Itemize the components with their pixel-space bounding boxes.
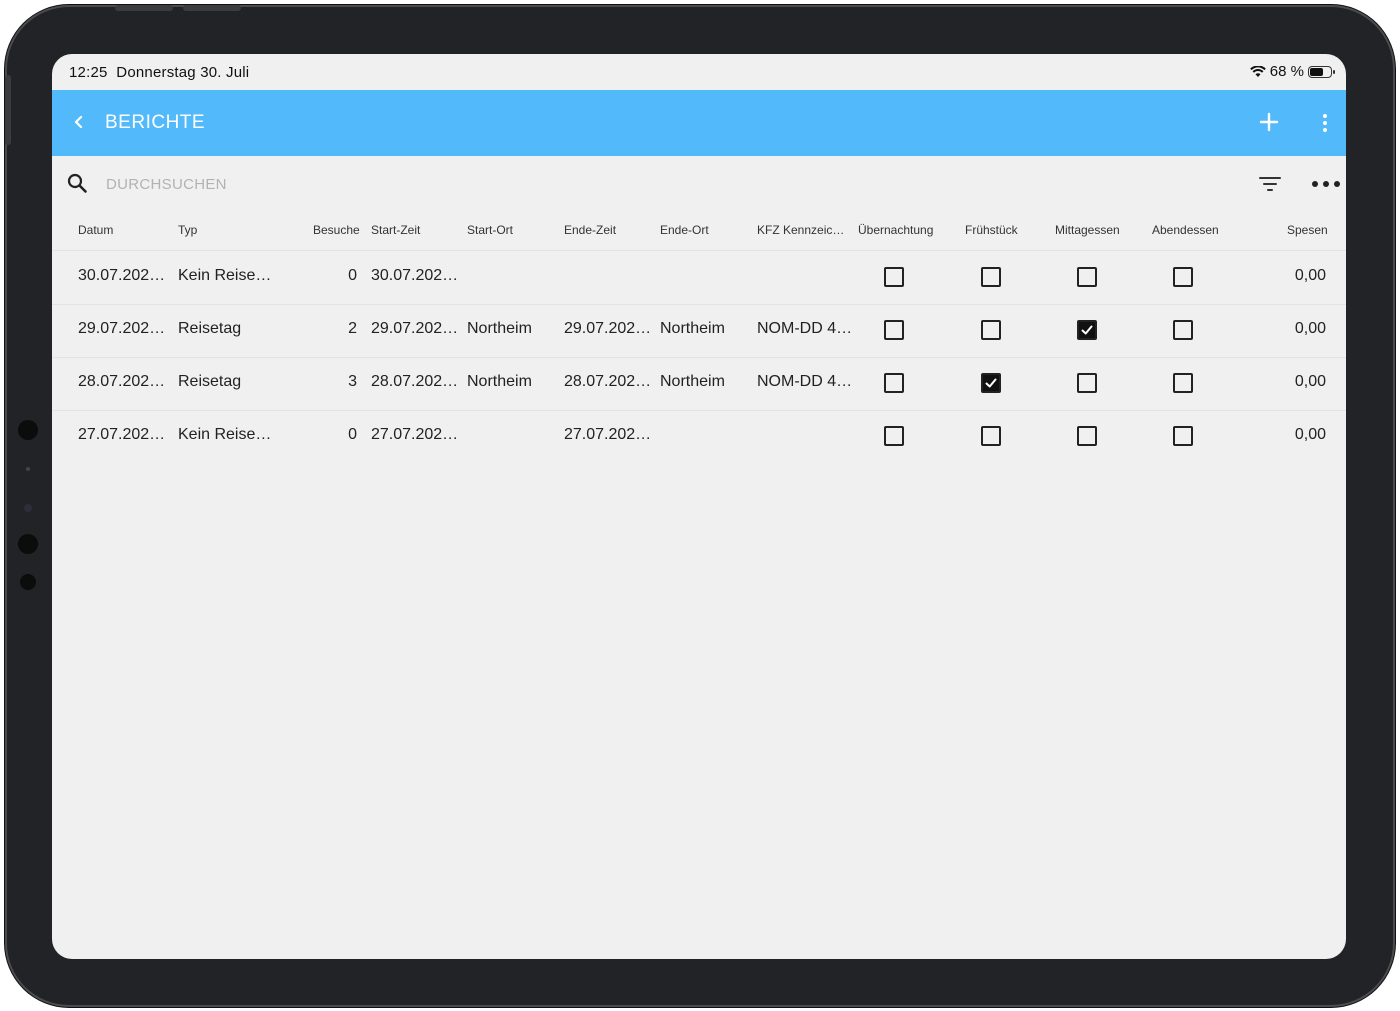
cell-besuche: 2: [348, 320, 357, 337]
checkbox-fruehstueck[interactable]: [981, 267, 1001, 287]
column-header-datum[interactable]: Datum: [78, 223, 113, 237]
plus-icon[interactable]: [1259, 112, 1279, 132]
app-bar: BERICHTE: [52, 90, 1346, 156]
checkbox-uebernachtung[interactable]: [884, 267, 904, 287]
cell-start-zeit: 29.07.202…: [371, 320, 459, 337]
checkbox-mittagessen[interactable]: [1077, 320, 1097, 340]
checkbox-fruehstueck[interactable]: [981, 426, 1001, 446]
column-header-typ[interactable]: Typ: [178, 223, 197, 237]
page-title: BERICHTE: [105, 112, 206, 133]
cell-typ: Kein Reise…: [178, 267, 272, 284]
cell-datum: 30.07.202…: [78, 267, 166, 284]
column-header-ende-ort[interactable]: Ende-Ort: [660, 223, 709, 237]
checkbox-uebernachtung[interactable]: [884, 426, 904, 446]
chevron-left-icon[interactable]: [70, 110, 86, 134]
app-screen: 12:25 Donnerstag 30. Juli 68 % BERICHTE: [52, 54, 1346, 959]
table-row[interactable]: 27.07.202… Kein Reise… 27.07.202… 27.07.202…: [52, 410, 1346, 463]
status-time: 12:25: [69, 64, 108, 81]
cell-ende-ort: Northeim: [660, 320, 725, 337]
column-header-besuche[interactable]: Besuche: [313, 223, 360, 237]
cell-spesen: 0,00: [1294, 267, 1326, 284]
top-button: [5, 75, 11, 145]
cell-ende-zeit: 28.07.202…: [564, 373, 652, 390]
column-header-fruehstueck[interactable]: Frühstück: [965, 223, 1018, 237]
cell-spesen: 0,00: [1294, 373, 1326, 390]
search-input[interactable]: [104, 170, 508, 198]
checkbox-abendessen[interactable]: [1173, 267, 1193, 287]
column-header-ende-zeit[interactable]: Ende-Zeit: [564, 223, 616, 237]
cell-spesen: 0,00: [1294, 320, 1326, 337]
cell-ende-zeit: 29.07.202…: [564, 320, 652, 337]
checkbox-abendessen[interactable]: [1173, 426, 1193, 446]
volume-up-button: [115, 5, 173, 11]
wifi-icon: [1249, 65, 1266, 77]
kebab-icon[interactable]: [1320, 112, 1330, 134]
checkbox-abendessen[interactable]: [1173, 373, 1193, 393]
column-header-abendessen[interactable]: Abendessen: [1152, 223, 1219, 237]
battery-icon: [1308, 65, 1335, 78]
search-icon: [67, 173, 87, 193]
column-header-start-ort[interactable]: Start-Ort: [467, 223, 513, 237]
camera-icon: [18, 420, 38, 440]
cell-typ: Kein Reise…: [178, 426, 272, 443]
sensor-icon: [26, 467, 30, 471]
table-row[interactable]: 28.07.202… Reisetag 28.07.202… Northeim 28.0…: [52, 357, 1346, 411]
sensor-icon: [20, 574, 36, 590]
more-horizontal-icon[interactable]: [1311, 180, 1341, 188]
cell-ende-ort: Northeim: [660, 373, 725, 390]
column-header-mittagessen[interactable]: Mittagessen: [1055, 223, 1120, 237]
cell-kfz: NOM-DD 4…: [757, 373, 853, 390]
table-row[interactable]: 29.07.202… Reisetag 29.07.202… Northeim 29.0…: [52, 304, 1346, 358]
checkbox-uebernachtung[interactable]: [884, 320, 904, 340]
status-indicators: 68 %: [1249, 63, 1335, 80]
checkbox-abendessen[interactable]: [1173, 320, 1193, 340]
checkbox-fruehstueck[interactable]: [981, 373, 1001, 393]
cell-spesen: 0,00: [1294, 426, 1326, 443]
battery-level: [1310, 67, 1323, 76]
checkbox-fruehstueck[interactable]: [981, 320, 1001, 340]
table-row[interactable]: 30.07.202… Kein Reise… 30.07.202… 0 0,00: [52, 251, 1346, 305]
volume-down-button: [183, 5, 241, 11]
battery-percent: 68 %: [1269, 63, 1304, 80]
column-header-uebernachtung[interactable]: Übernachtung: [858, 223, 933, 237]
cell-besuche: 0: [348, 267, 357, 284]
column-header-kfz[interactable]: KFZ Kennzeic…: [757, 223, 844, 237]
cell-start-ort: Northeim: [467, 373, 532, 390]
cell-datum: 27.07.202…: [78, 426, 166, 443]
lens-icon: [24, 504, 32, 512]
cell-datum: 29.07.202…: [78, 320, 166, 337]
column-header-start-zeit[interactable]: Start-Zeit: [371, 223, 420, 237]
filter-icon[interactable]: [1258, 174, 1282, 194]
check-icon: [985, 378, 997, 388]
search-bar: [52, 156, 1346, 208]
cell-besuche: 0: [348, 426, 357, 443]
checkbox-mittagessen[interactable]: [1077, 373, 1097, 393]
cell-start-ort: Northeim: [467, 320, 532, 337]
status-clock: 12:25 Donnerstag 30. Juli: [69, 64, 249, 81]
cell-datum: 28.07.202…: [78, 373, 166, 390]
cell-start-zeit: 27.07.202…: [371, 426, 459, 443]
checkbox-mittagessen[interactable]: [1077, 267, 1097, 287]
checkbox-mittagessen[interactable]: [1077, 426, 1097, 446]
cell-kfz: NOM-DD 4…: [757, 320, 853, 337]
cell-start-zeit: 28.07.202…: [371, 373, 459, 390]
table-header: Datum Typ Besuche Start-Zeit Start-Ort E…: [52, 208, 1346, 251]
status-date: Donnerstag 30. Juli: [116, 64, 250, 81]
sensor-icon: [18, 534, 38, 554]
cell-ende-zeit: 27.07.202…: [564, 426, 652, 443]
cell-start-zeit: 30.07.202…: [371, 267, 459, 284]
checkbox-uebernachtung[interactable]: [884, 373, 904, 393]
check-icon: [1081, 325, 1093, 335]
cell-typ: Reisetag: [178, 373, 242, 390]
status-bar: 12:25 Donnerstag 30. Juli 68 %: [52, 54, 1346, 90]
column-header-spesen[interactable]: Spesen: [1287, 223, 1328, 237]
cell-typ: Reisetag: [178, 320, 242, 337]
cell-besuche: 3: [348, 373, 357, 390]
